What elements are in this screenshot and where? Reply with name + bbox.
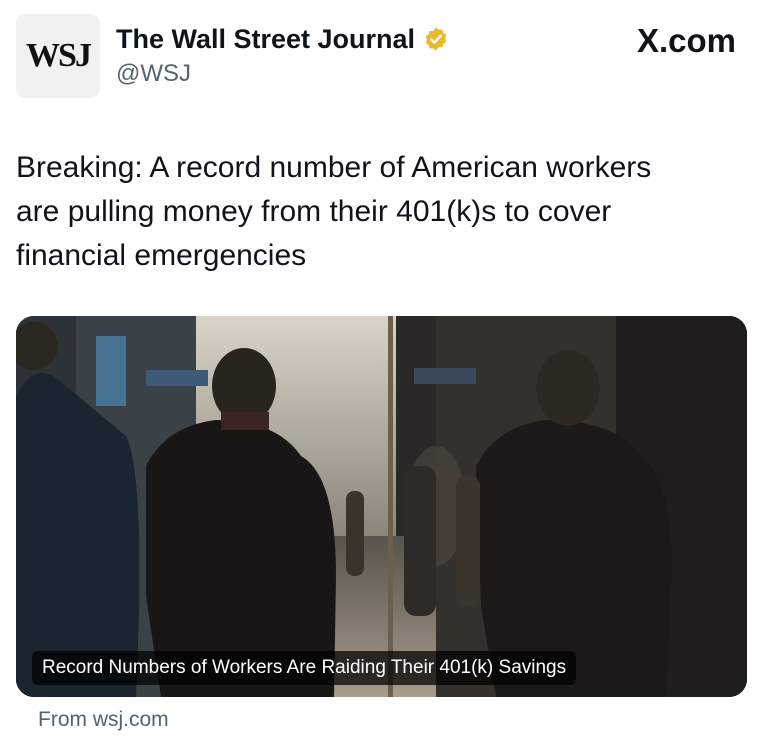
street-photo-image [16,316,747,697]
account-name-row: The Wall Street Journal [116,22,449,56]
site-logo: X.com [636,22,736,59]
link-card[interactable]: Record Numbers of Workers Are Raiding Th… [16,316,747,697]
link-source[interactable]: From wsj.com [38,708,169,732]
verified-badge-icon [425,27,447,51]
account-name[interactable]: The Wall Street Journal [116,24,415,55]
tweet-text-line: financial emergencies [16,239,307,272]
tweet-text: Breaking: A record number of American wo… [16,146,736,278]
avatar[interactable]: WSJ [16,14,100,98]
tweet-text-line: are pulling money from their 401(k)s to … [16,195,612,228]
tweet-text-line: Breaking: A record number of American wo… [16,151,652,184]
account-handle[interactable]: @WSJ [116,60,191,88]
avatar-logo-text: WSJ [26,37,92,74]
link-card-headline: Record Numbers of Workers Are Raiding Th… [32,651,577,685]
